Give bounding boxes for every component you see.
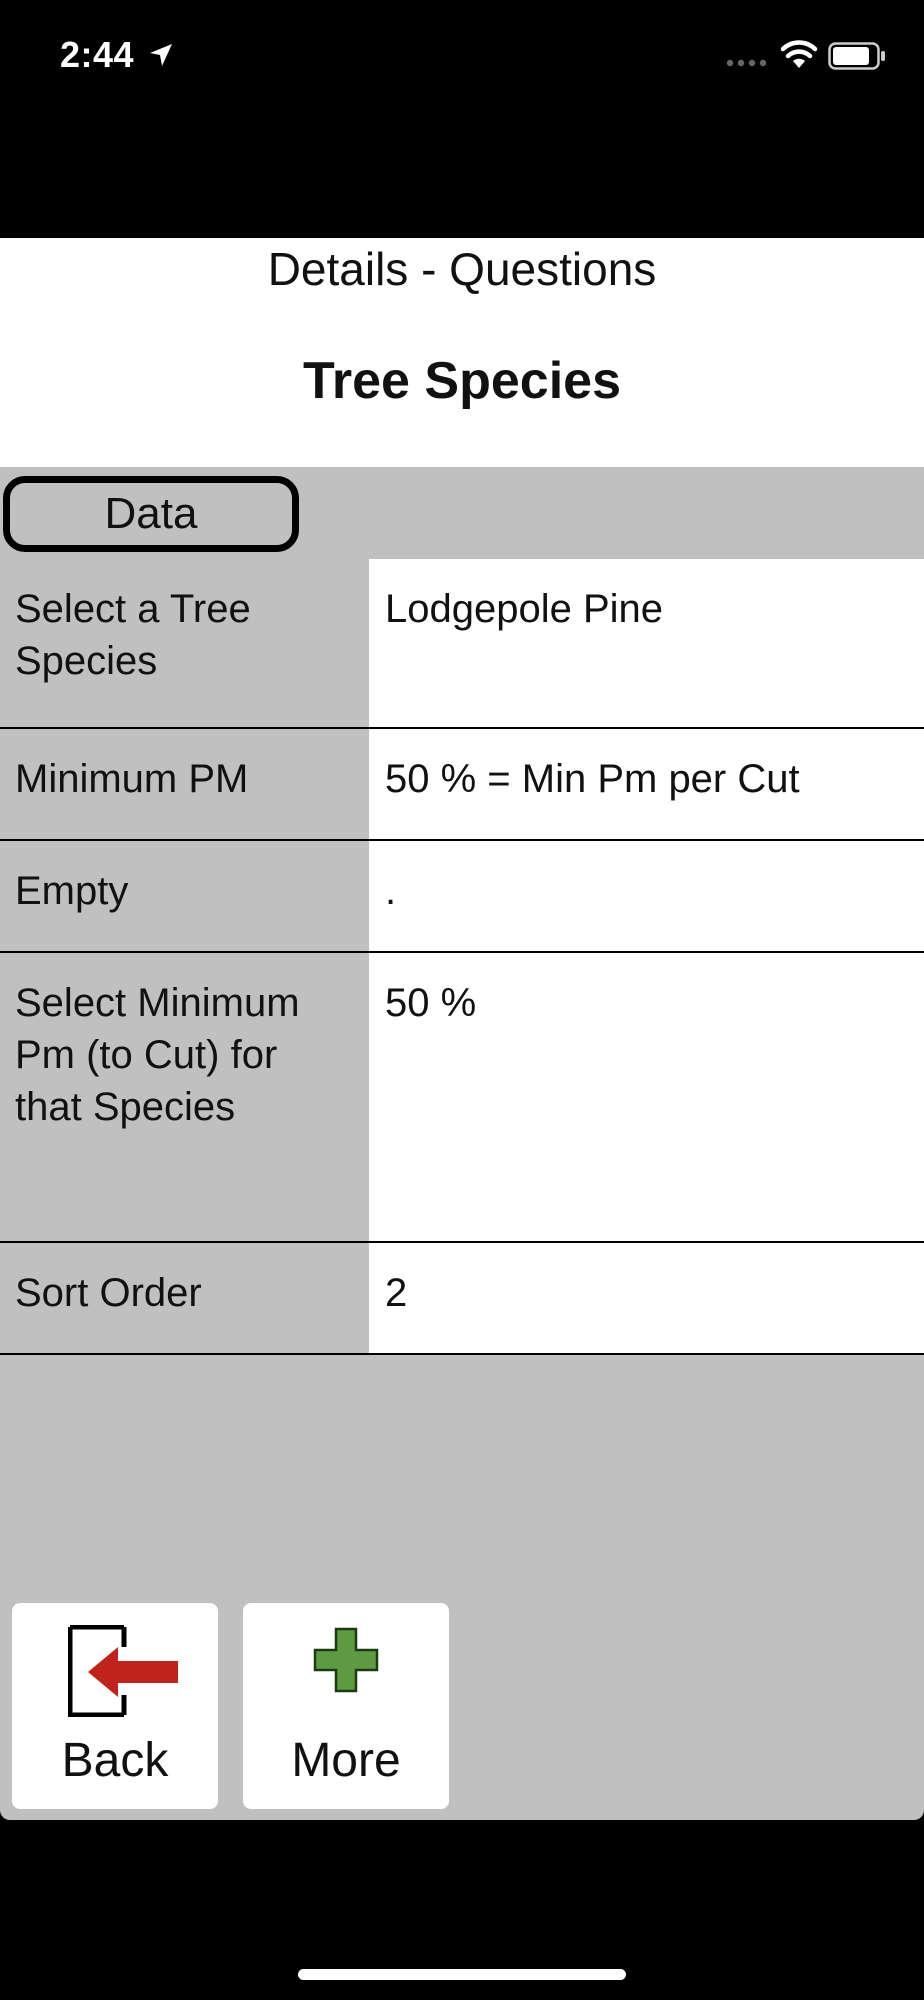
table-row-minimum-pm[interactable]: Minimum PM 50 % = Min Pm per Cut	[0, 729, 924, 841]
row-label: Select Minimum Pm (to Cut) for that Spec…	[0, 953, 369, 1241]
table-row-tree-species[interactable]: Select a Tree Species Lodgepole Pine	[0, 559, 924, 729]
row-value[interactable]: .	[369, 841, 924, 951]
cellular-signal-icon	[726, 59, 767, 67]
table-row-min-pm-to-cut[interactable]: Select Minimum Pm (to Cut) for that Spec…	[0, 953, 924, 1243]
page-title: Tree Species	[303, 352, 621, 410]
status-bar: 2:44	[0, 0, 924, 110]
page-subtitle: Details - Questions	[267, 243, 657, 295]
row-value[interactable]: Lodgepole Pine	[369, 559, 924, 727]
back-button[interactable]: Back	[12, 1603, 218, 1809]
row-value[interactable]: 50 % = Min Pm per Cut	[369, 729, 924, 839]
row-label: Minimum PM	[0, 729, 369, 839]
more-label: More	[291, 1734, 401, 1787]
details-table: Select a Tree Species Lodgepole Pine Min…	[0, 559, 924, 1355]
table-row-sort-order[interactable]: Sort Order 2	[0, 1243, 924, 1355]
more-button[interactable]: More	[243, 1603, 449, 1809]
exit-arrow-icon	[68, 1625, 178, 1717]
battery-icon	[828, 42, 885, 70]
row-value[interactable]: 50 %	[369, 953, 924, 1241]
row-label: Sort Order	[0, 1243, 369, 1353]
status-time: 2:44	[60, 34, 135, 75]
home-indicator[interactable]	[298, 1969, 626, 1980]
row-label: Empty	[0, 841, 369, 951]
row-label: Select a Tree Species	[0, 559, 369, 727]
row-value[interactable]: 2	[369, 1243, 924, 1353]
wifi-icon	[780, 40, 818, 68]
data-tab[interactable]: Data	[3, 476, 299, 552]
back-label: Back	[61, 1734, 169, 1787]
location-arrow-icon	[150, 44, 172, 66]
header: Details - Questions Tree Species	[0, 238, 924, 467]
plus-icon	[313, 1627, 379, 1693]
app-screen: Details - Questions Tree Species Data Se…	[0, 238, 924, 1820]
table-row-empty[interactable]: Empty .	[0, 841, 924, 953]
